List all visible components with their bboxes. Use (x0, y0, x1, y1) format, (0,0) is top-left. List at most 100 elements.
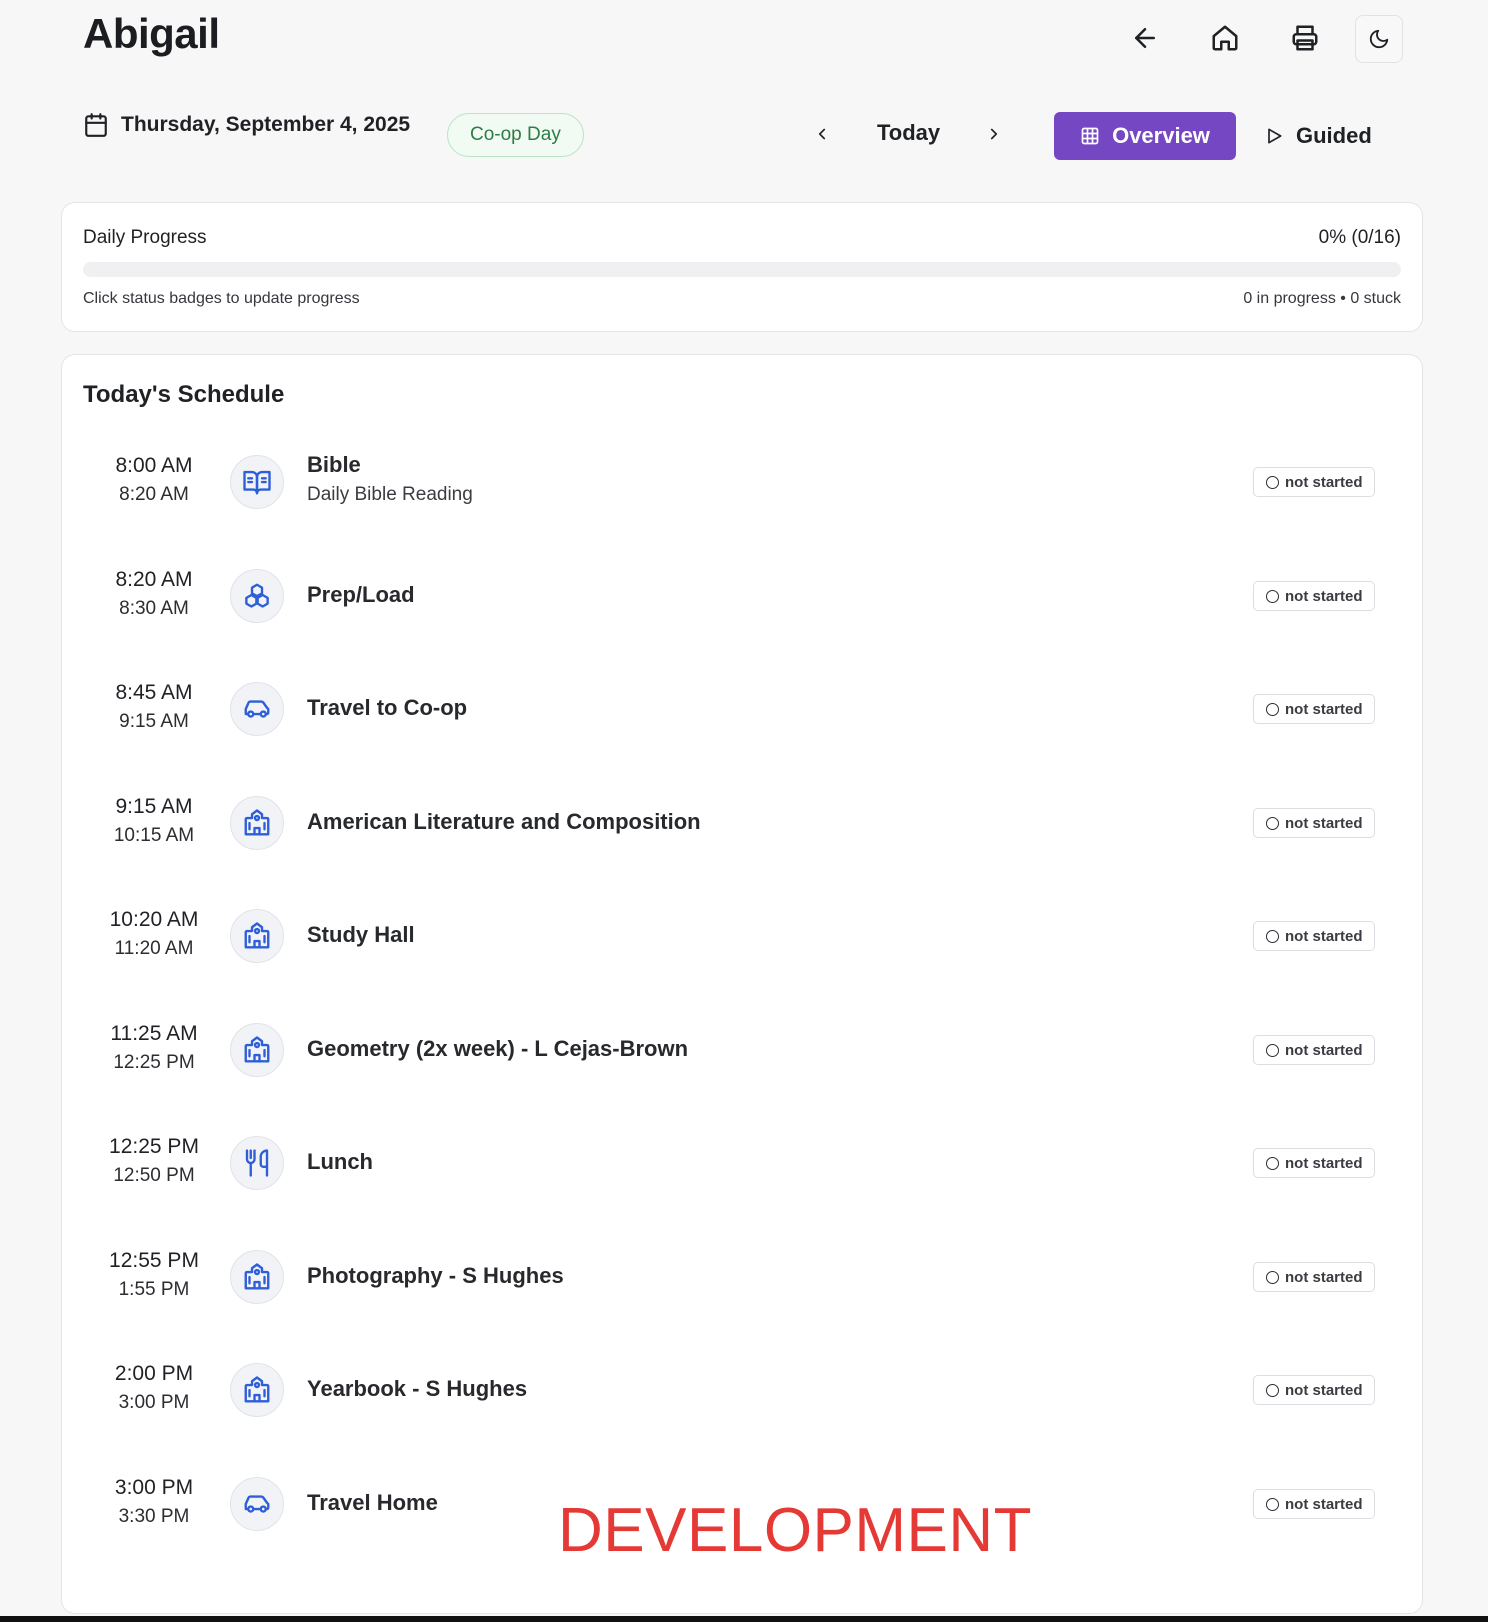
end-time: 3:30 PM (118, 1506, 190, 1527)
schedule-item: 12:55 PM 1:55 PM Photography - S Hughes not… (62, 1247, 1422, 1337)
status-badge[interactable]: not started (1253, 467, 1375, 497)
circle-icon (1266, 1497, 1279, 1511)
status-label: not started (1285, 1041, 1363, 1059)
activity-icon-badge (230, 569, 284, 623)
end-time: 11:20 AM (114, 938, 194, 959)
circle-icon (1266, 929, 1279, 943)
day-type-badge: Co-op Day (447, 113, 584, 157)
circle-icon (1266, 475, 1279, 489)
circle-icon (1266, 1156, 1279, 1170)
overview-button[interactable]: Overview (1054, 112, 1236, 160)
activity-title: Study Hall (307, 922, 415, 947)
school-icon (244, 1376, 270, 1403)
status-label: not started (1285, 587, 1363, 605)
status-badge[interactable]: not started (1253, 1262, 1375, 1292)
status-label: not started (1285, 814, 1363, 832)
activity-icon-badge (230, 909, 284, 963)
car-icon (244, 1495, 270, 1513)
start-time: 2:00 PM (114, 1362, 194, 1385)
development-watermark: DEVELOPMENT (558, 1496, 1033, 1565)
activity-title: Lunch (307, 1149, 373, 1174)
current-date: Thursday, September 4, 2025 (121, 113, 411, 136)
school-icon (244, 809, 270, 836)
activity-icon-badge (230, 682, 284, 736)
schedule-item: 8:45 AM 9:15 AM Travel to Co-op not started (62, 679, 1422, 769)
start-time: 8:45 AM (115, 681, 193, 704)
status-badge[interactable]: not started (1253, 1489, 1375, 1519)
school-icon (244, 922, 270, 949)
start-time: 8:00 AM (115, 454, 193, 477)
date-display: Thursday, September 4, 2025 (83, 112, 410, 138)
page-title: Abigail (83, 10, 220, 57)
status-badge[interactable]: not started (1253, 1375, 1375, 1405)
activity-title: Prep/Load (307, 582, 415, 607)
activity-title: Bible (307, 452, 361, 477)
schedule-item: 11:25 AM 12:25 PM Geometry (2x week) - L C… (62, 1020, 1422, 1110)
end-time: 10:15 AM (113, 825, 195, 846)
schedule-item: 8:20 AM 8:30 AM Prep/Load not started (62, 566, 1422, 656)
start-time: 11:25 AM (110, 1022, 198, 1045)
activity-icon-badge (230, 1363, 284, 1417)
status-badge[interactable]: not started (1253, 1148, 1375, 1178)
end-time: 3:00 PM (118, 1392, 190, 1413)
chevron-left-icon (818, 128, 826, 140)
print-button[interactable] (1282, 15, 1328, 61)
progress-hint: Click status badges to update progress (83, 290, 360, 307)
home-button[interactable] (1202, 15, 1248, 61)
moon-icon (1369, 29, 1389, 49)
end-time: 1:55 PM (118, 1279, 190, 1300)
circle-icon (1266, 816, 1279, 830)
end-time: 12:50 PM (113, 1165, 195, 1186)
progress-label: Daily Progress (83, 227, 207, 248)
guided-button[interactable]: Guided (1264, 112, 1372, 160)
guided-label: Guided (1296, 123, 1372, 148)
circle-icon (1266, 589, 1279, 603)
schedule-item: 2:00 PM 3:00 PM Yearbook - S Hughes not sta… (62, 1360, 1422, 1450)
overview-label: Overview (1112, 123, 1210, 148)
chevron-right-icon (990, 128, 998, 140)
theme-toggle-button[interactable] (1355, 15, 1403, 63)
book-open-icon (243, 470, 271, 495)
status-label: not started (1285, 1154, 1363, 1172)
end-time: 9:15 AM (119, 711, 189, 732)
schedule-card: Today's Schedule 8:00 AM 8:20 AM Bible Dail… (61, 354, 1423, 1614)
status-label: not started (1285, 473, 1363, 491)
status-badge[interactable]: not started (1253, 921, 1375, 951)
activity-icon-badge (230, 1023, 284, 1077)
schedule-item: 10:20 AM 11:20 AM Study Hall not started (62, 906, 1422, 996)
activity-subtitle: Daily Bible Reading (307, 484, 473, 505)
car-icon (244, 700, 270, 718)
next-day-button[interactable] (980, 120, 1008, 148)
grid-icon (1081, 127, 1099, 145)
status-label: not started (1285, 1381, 1363, 1399)
circle-icon (1266, 702, 1279, 716)
status-label: not started (1285, 700, 1363, 718)
status-badge[interactable]: not started (1253, 808, 1375, 838)
status-badge[interactable]: not started (1253, 694, 1375, 724)
status-badge[interactable]: not started (1253, 581, 1375, 611)
boxes-icon (245, 583, 269, 608)
printer-icon (1292, 25, 1318, 51)
start-time: 12:55 PM (109, 1249, 199, 1272)
activity-title: Travel Home (307, 1490, 438, 1515)
today-button[interactable]: Today (877, 120, 940, 146)
start-time: 9:15 AM (115, 795, 193, 818)
daily-progress-card: Daily Progress 0% (0/16) Click status ba… (61, 202, 1423, 332)
activity-icon-badge (230, 1477, 284, 1531)
previous-day-button[interactable] (808, 120, 836, 148)
activity-title: American Literature and Composition (307, 809, 701, 834)
school-icon (244, 1263, 270, 1290)
activity-title: Photography - S Hughes (307, 1263, 564, 1288)
circle-icon (1266, 1383, 1279, 1397)
circle-icon (1266, 1043, 1279, 1057)
play-icon (1268, 128, 1282, 144)
status-label: not started (1285, 927, 1363, 945)
circle-icon (1266, 1270, 1279, 1284)
progress-percent: 0% (0/16) (1318, 227, 1401, 248)
end-time: 8:20 AM (119, 484, 189, 505)
progress-stats: 0 in progress • 0 stuck (1243, 290, 1401, 307)
end-time: 8:30 AM (119, 598, 189, 619)
activity-title: Yearbook - S Hughes (307, 1376, 528, 1401)
status-badge[interactable]: not started (1253, 1035, 1375, 1065)
back-button[interactable] (1122, 15, 1168, 61)
